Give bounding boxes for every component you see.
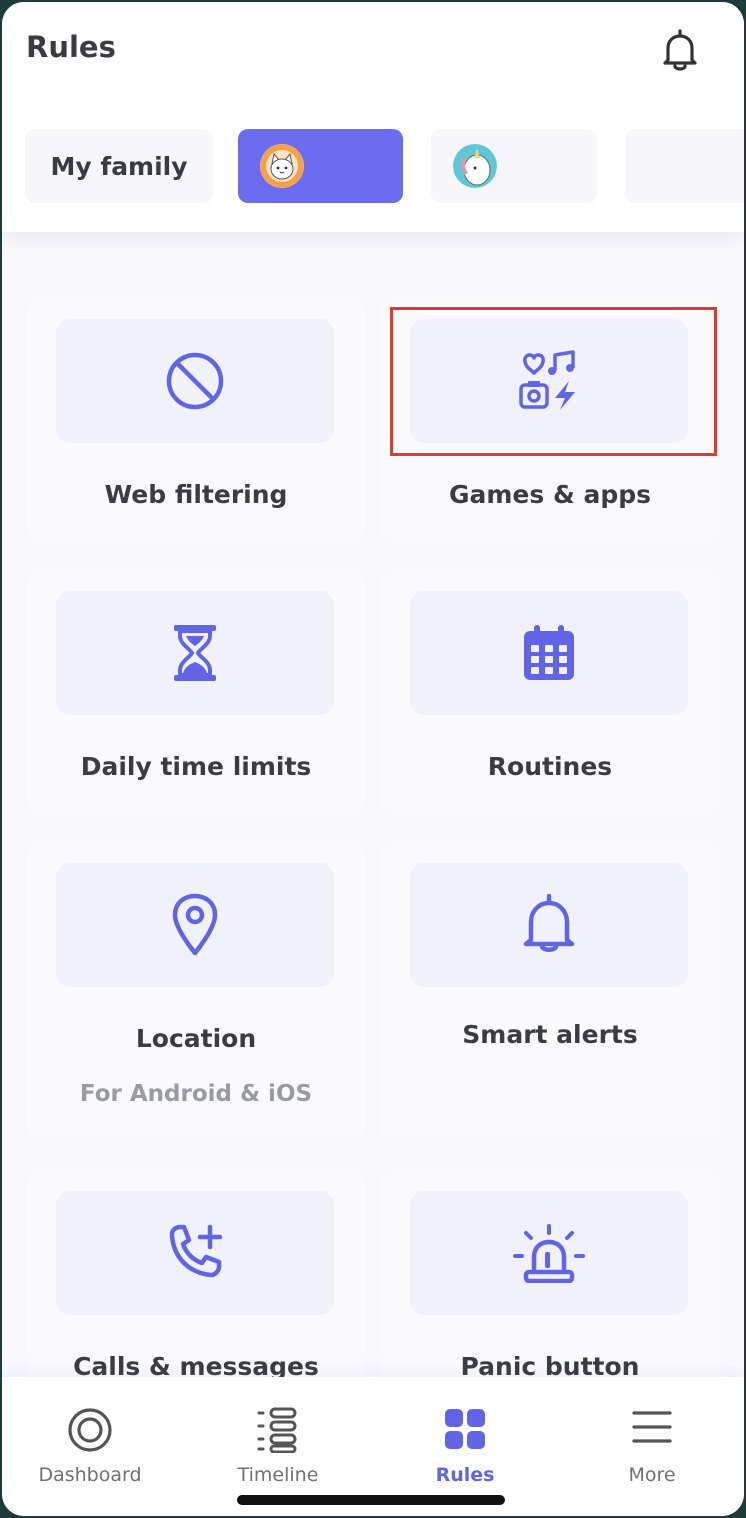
top-header: Rules My family — [2, 2, 744, 232]
rule-tile-web-filtering — [56, 319, 334, 443]
rule-label: Routines — [487, 752, 613, 781]
location-pin-icon — [172, 893, 218, 956]
profile-chip-child-2[interactable] — [431, 129, 597, 203]
profile-chip-label: My family — [50, 151, 188, 181]
profile-chip-my-family[interactable]: My family — [25, 129, 213, 203]
nav-label: Timeline — [237, 1464, 319, 1486]
rule-tile-routines — [410, 591, 688, 715]
profile-chip-child-1[interactable] — [238, 129, 403, 203]
rule-card-games-apps[interactable]: Games & apps — [380, 297, 720, 543]
rule-tile-location — [56, 863, 334, 987]
page-title: Rules — [26, 30, 116, 64]
nav-label: Rules — [435, 1464, 495, 1486]
notifications-button[interactable] — [656, 26, 704, 74]
profile-chip-child-3[interactable] — [625, 129, 744, 203]
rule-card-smart-alerts[interactable]: Smart alerts — [380, 841, 720, 1141]
timeline-icon — [257, 1407, 297, 1453]
app-screen: Web filtering Games & apps Daily time li… — [2, 2, 744, 1516]
rule-tile-daily-time-limits — [56, 591, 334, 715]
rule-label: Smart alerts — [462, 1020, 638, 1049]
nav-rules[interactable]: Rules — [380, 1377, 550, 1497]
rule-label: Games & apps — [448, 480, 652, 509]
rule-tile-calls-messages — [56, 1191, 334, 1315]
nav-label: More — [628, 1464, 676, 1486]
rule-tile-smart-alerts — [410, 863, 688, 987]
dashboard-icon — [68, 1408, 112, 1452]
nav-more[interactable]: More — [567, 1377, 737, 1497]
rule-sublabel: For Android & iOS — [79, 1081, 313, 1107]
rule-card-daily-time-limits[interactable]: Daily time limits — [26, 569, 366, 815]
nav-label: Dashboard — [38, 1464, 142, 1486]
cat-avatar-icon — [259, 144, 304, 188]
rule-card-routines[interactable]: Routines — [380, 569, 720, 815]
unicorn-avatar-icon — [453, 144, 497, 188]
rule-card-location[interactable]: Location For Android & iOS — [26, 841, 366, 1141]
rule-tile-panic-button — [410, 1191, 688, 1315]
rule-label: Location — [135, 1024, 257, 1053]
rule-label: Daily time limits — [80, 752, 312, 781]
hourglass-icon — [174, 625, 216, 681]
bottom-navigation: Dashboard Timeline Rules More — [2, 1377, 744, 1516]
rule-card-web-filtering[interactable]: Web filtering — [26, 297, 366, 543]
rule-label: Web filtering — [104, 480, 288, 509]
bell-icon — [663, 29, 697, 71]
apps-icon — [519, 350, 575, 410]
nav-dashboard[interactable]: Dashboard — [5, 1377, 175, 1497]
siren-icon — [513, 1224, 585, 1283]
home-indicator — [237, 1495, 505, 1505]
phone-plus-icon — [169, 1224, 223, 1278]
nav-timeline[interactable]: Timeline — [193, 1377, 363, 1497]
menu-icon — [632, 1411, 672, 1443]
rule-tile-games-apps — [410, 319, 688, 443]
rules-grid-icon — [445, 1409, 485, 1449]
profile-selector: My family — [2, 129, 744, 205]
block-icon — [166, 352, 224, 410]
calendar-icon — [524, 625, 574, 680]
bell-icon — [523, 894, 575, 952]
